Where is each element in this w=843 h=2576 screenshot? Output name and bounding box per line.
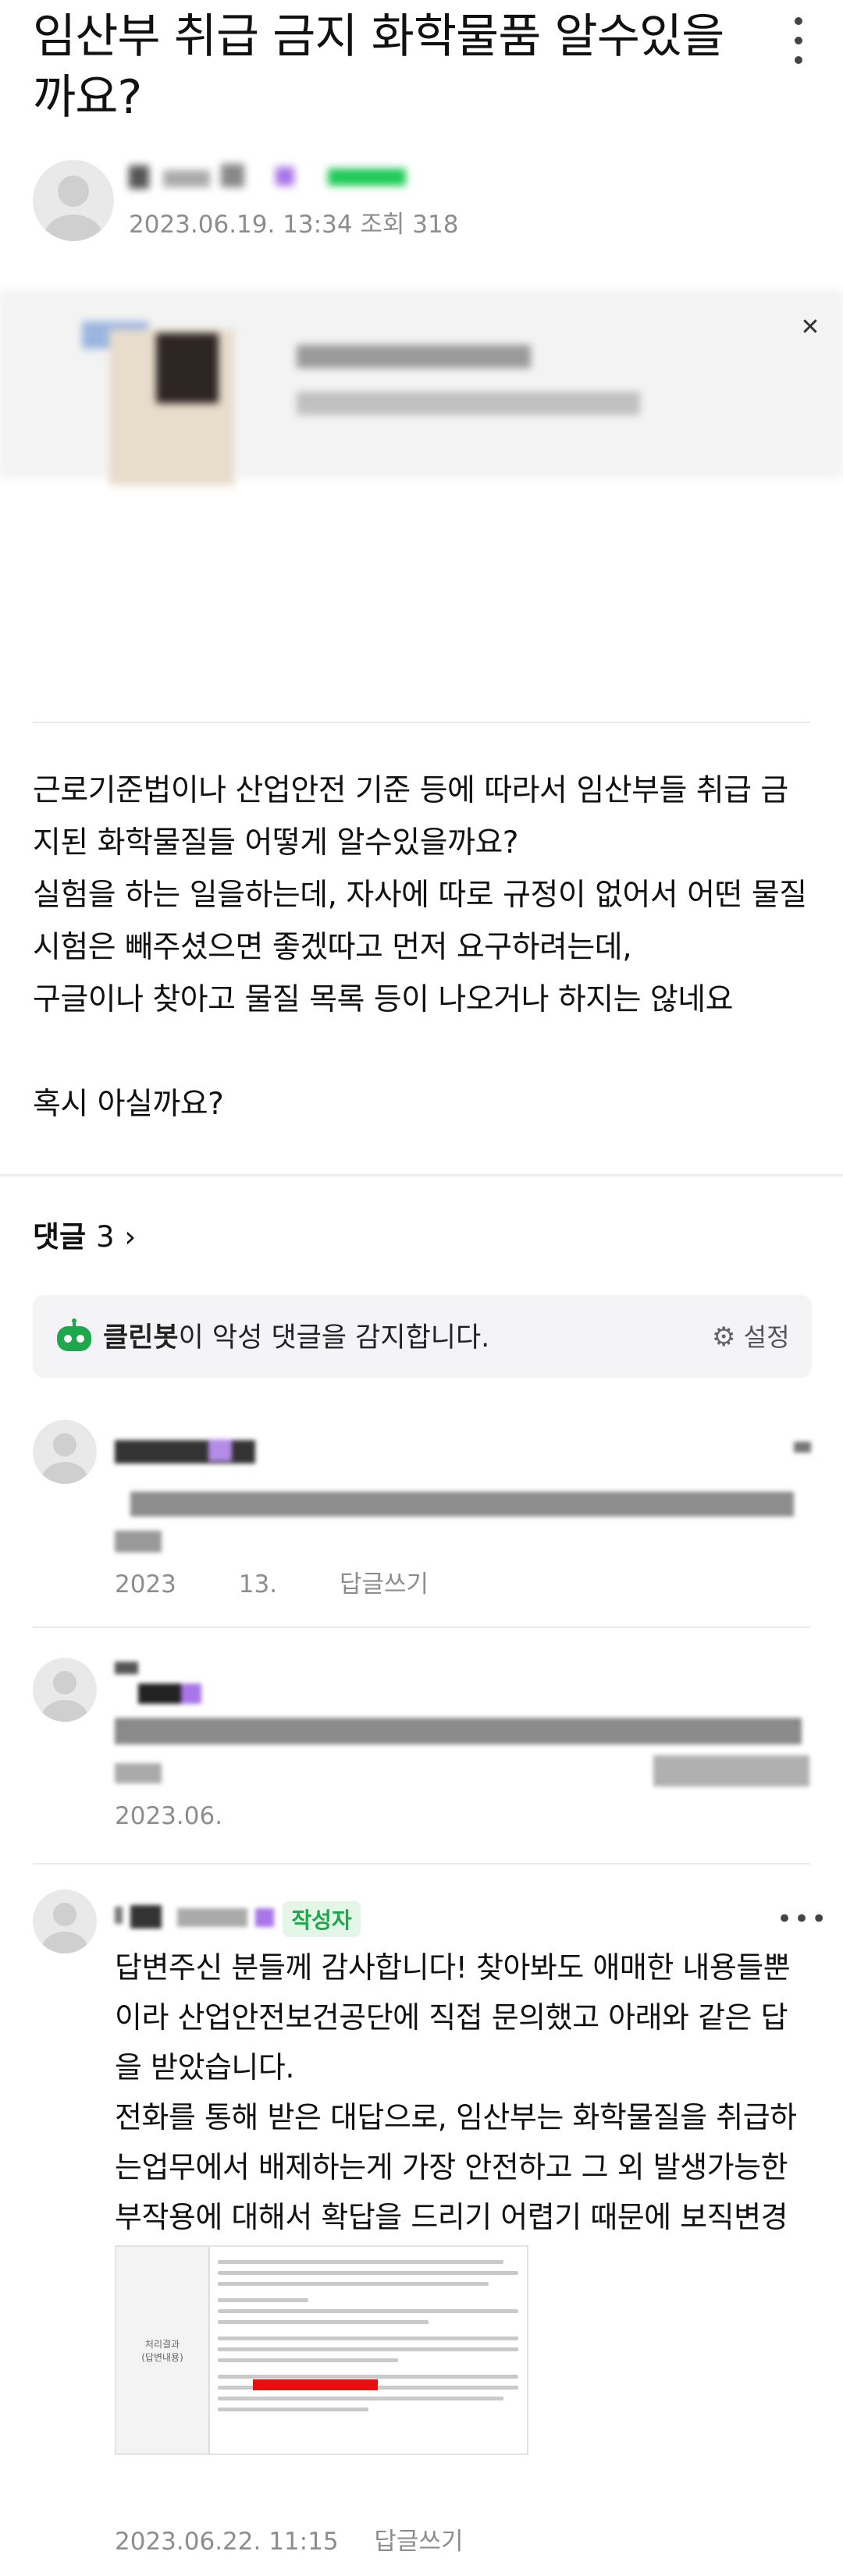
author-badge: 작성자 xyxy=(283,1901,361,1937)
comment-divider xyxy=(33,1863,810,1865)
cleanbot-message: 이 악성 댓글을 감지합니다. xyxy=(178,1322,490,1354)
section-divider xyxy=(0,1174,843,1176)
banner-ad[interactable] xyxy=(0,290,843,485)
comments-count: 3 xyxy=(95,1220,115,1254)
comment-text: 답변주신 분들께 감사합니다! 찾아봐도 애매한 내용들뿐이라 산업안전보건공단… xyxy=(115,1943,809,2292)
redacted-bar xyxy=(253,2379,378,2390)
comment-paragraph: 답변주신 분들께 감사합니다! 찾아봐도 애매한 내용들뿐이라 산업안전보건공단… xyxy=(115,1950,791,2085)
author-avatar[interactable] xyxy=(33,160,114,241)
cleanbot-text: 클린봇이 악성 댓글을 감지합니다. xyxy=(103,1315,489,1355)
cleanbot-settings-button[interactable]: ⚙ 설정 xyxy=(712,1318,790,1354)
commenter-avatar[interactable] xyxy=(33,1420,97,1484)
post-meta: 2023.06.19. 13:34 조회 318 xyxy=(129,211,459,239)
post-body: 근로기준법이나 산업안전 기준 등에 따라서 임산부들 취급 금지된 화학물질들… xyxy=(33,765,813,1130)
post-body-line: 실험을 하는 일을하는데, 자사에 따로 규정이 없어서 어떤 물질 시험은 빼… xyxy=(33,878,807,965)
comment-meta: 2023 13. 답글쓰기 xyxy=(115,1564,429,1599)
post-body-line: 근로기준법이나 산업안전 기준 등에 따라서 임산부들 취급 금지된 화학물질들… xyxy=(33,773,788,860)
author-name[interactable] xyxy=(129,164,410,190)
attachment-text-lines xyxy=(218,2253,518,2418)
comment-content-blurred xyxy=(115,1662,817,1794)
comment-meta: 2023.06. xyxy=(115,1802,222,1830)
comments-label: 댓글 xyxy=(33,1220,87,1254)
settings-label: 설정 xyxy=(743,1322,790,1352)
attachment-image[interactable]: 처리결과 (답변내용) xyxy=(115,2245,528,2455)
post-body-line: 혹시 아실까요? xyxy=(33,1087,224,1122)
comments-header[interactable]: 댓글 3 › xyxy=(33,1213,136,1255)
post-body-line xyxy=(33,1026,813,1078)
more-options-icon[interactable] xyxy=(784,17,813,64)
commenter-avatar[interactable] xyxy=(33,1658,97,1722)
chevron-right-icon: › xyxy=(124,1220,137,1254)
attachment-side-label: 처리결과 (답변내용) xyxy=(116,2247,210,2454)
comment-meta: 2023.06.22. 11:15 답글쓰기 xyxy=(115,2521,464,2556)
reply-button[interactable]: 답글쓰기 xyxy=(340,1570,429,1598)
comment-date: 2023.06.22. 11:15 xyxy=(115,2528,339,2556)
comment-content-blurred xyxy=(115,1435,817,1552)
commenter-name-blurred[interactable] xyxy=(115,1902,279,1933)
post-title: 임산부 취급 금지 화학물품 알수있을까요? xyxy=(33,9,724,125)
commenter-avatar[interactable] xyxy=(33,1889,97,1953)
close-ad-icon[interactable]: ✕ xyxy=(795,312,826,343)
reply-button[interactable]: 답글쓰기 xyxy=(374,2528,463,2556)
more-options-icon[interactable]: ••• xyxy=(777,1904,828,1935)
post-body-line: 구글이나 찾아고 물질 목록 등이 나오거나 하지는 않네요 xyxy=(33,982,734,1017)
comment-date: 2023.06. xyxy=(115,1802,223,1830)
comment-date: 2023 xyxy=(115,1570,176,1598)
cleanbot-robot-icon xyxy=(55,1318,94,1357)
comment-divider xyxy=(33,1627,810,1628)
gear-icon: ⚙ xyxy=(712,1322,736,1353)
post-divider xyxy=(33,722,810,723)
cleanbot-name: 클린봇 xyxy=(103,1322,179,1354)
comment-time: 13. xyxy=(238,1570,278,1598)
